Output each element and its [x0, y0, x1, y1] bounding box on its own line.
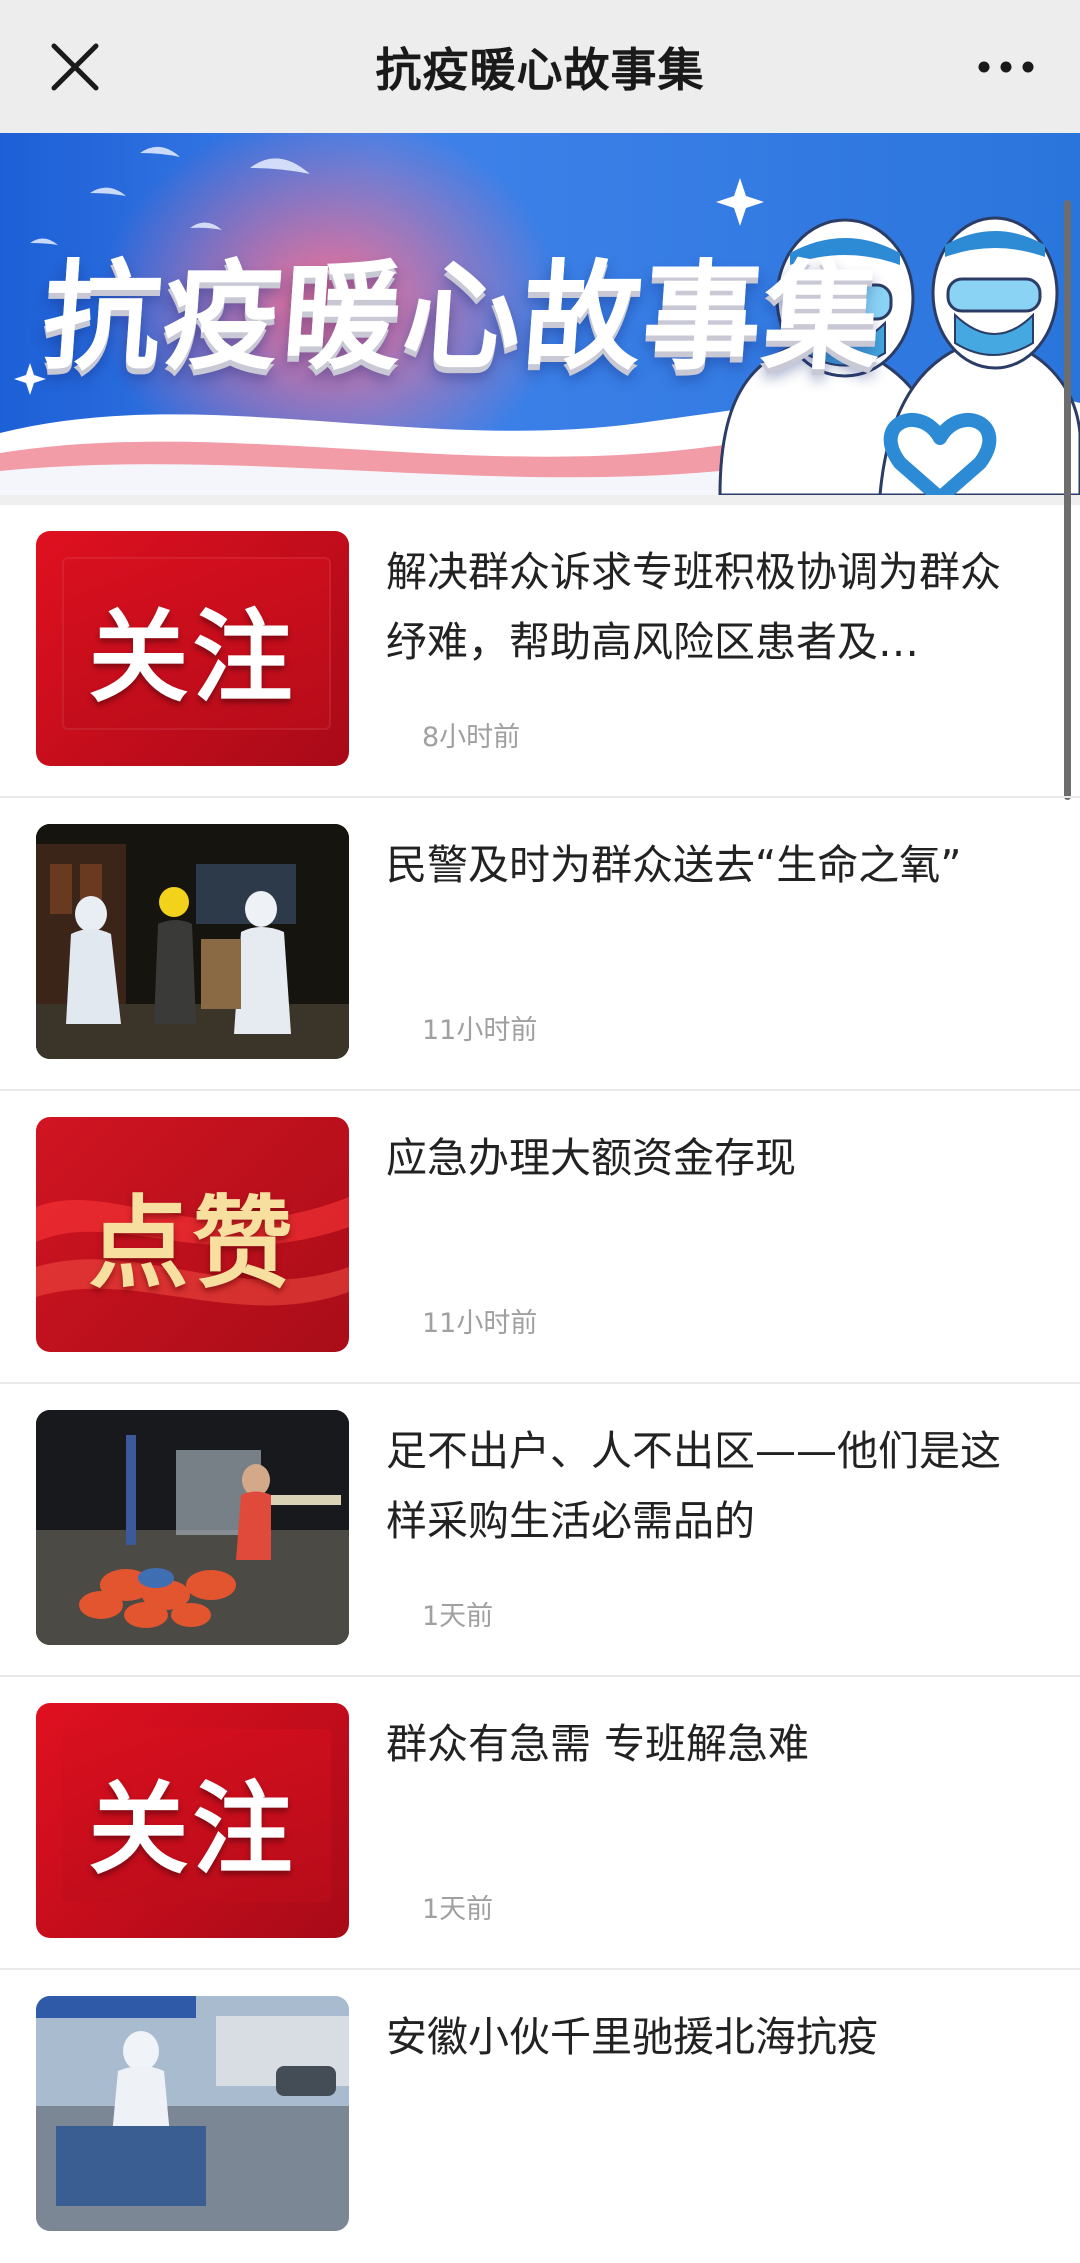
article-time: 1天前 — [422, 1894, 494, 1925]
article-thumbnail — [36, 1996, 349, 2231]
article-thumbnail — [36, 824, 349, 1059]
page-title: 抗疫暖心故事集 — [375, 42, 705, 97]
list-item[interactable]: 关注 群众有急需 专班解急难 1天前 — [0, 1677, 1080, 1970]
article-thumbnail: 关注 — [36, 531, 349, 766]
article-thumbnail: 点赞 — [36, 1117, 349, 1352]
list-item[interactable]: 足不出户、人不出区——他们是这样采购生活必需品的 1天前 — [0, 1384, 1080, 1677]
more-dots-icon[interactable] — [976, 52, 1036, 82]
thumbnail-tag-text: 关注 — [88, 599, 297, 716]
close-icon[interactable] — [48, 40, 102, 94]
thumbnail-tag-text: 点赞 — [88, 1185, 297, 1302]
article-thumbnail — [36, 1410, 349, 1645]
banner-title: 抗疫暖心故事集 — [38, 248, 889, 386]
article-title: 群众有急需 专班解急难 — [386, 1720, 810, 1768]
top-navigation-bar: 抗疫暖心故事集 — [0, 0, 1080, 133]
list-item[interactable]: 点赞 应急办理大额资金存现 11小时前 — [0, 1091, 1080, 1384]
article-title: 应急办理大额资金存现 — [386, 1134, 796, 1182]
article-title: 足不出户、人不出区——他们是这样采购生活必需品的 — [386, 1427, 1001, 1545]
article-time: 1天前 — [422, 1601, 494, 1632]
article-thumbnail: 关注 — [36, 1703, 349, 1938]
article-title: 解决群众诉求专班积极协调为群众纾难，帮助高风险区患者及… — [386, 548, 1001, 666]
article-list: 关注 解决群众诉求专班积极协调为群众纾难，帮助高风险区患者及… 8小时前 民警及… — [0, 505, 1080, 2263]
list-item[interactable]: 关注 解决群众诉求专班积极协调为群众纾难，帮助高风险区患者及… 8小时前 — [0, 505, 1080, 798]
article-title: 民警及时为群众送去“生命之氧” — [386, 841, 962, 889]
header-banner: 抗疫暖心故事集 — [0, 133, 1080, 495]
article-title: 安徽小伙千里驰援北海抗疫 — [386, 2013, 878, 2061]
article-time: 8小时前 — [422, 722, 521, 753]
article-time: 11小时前 — [422, 1308, 538, 1339]
article-time: 11小时前 — [422, 1015, 538, 1046]
list-item[interactable]: 安徽小伙千里驰援北海抗疫 — [0, 1970, 1080, 2263]
section-divider — [0, 495, 1080, 505]
list-item[interactable]: 民警及时为群众送去“生命之氧” 11小时前 — [0, 798, 1080, 1091]
thumbnail-tag-text: 关注 — [88, 1771, 297, 1888]
